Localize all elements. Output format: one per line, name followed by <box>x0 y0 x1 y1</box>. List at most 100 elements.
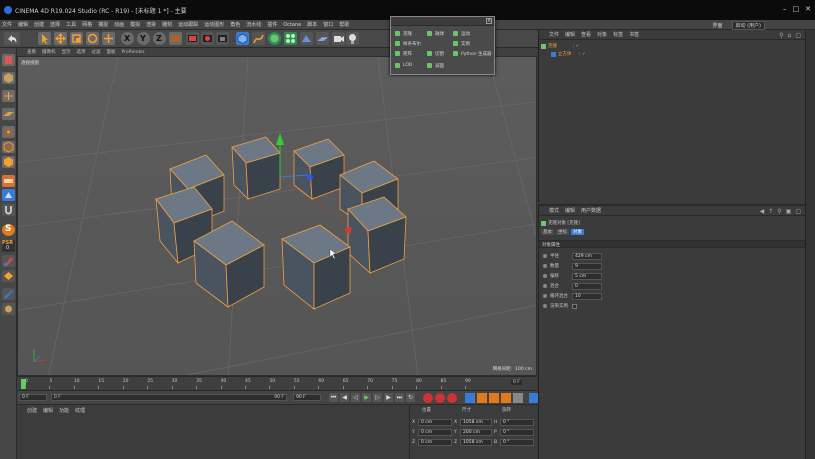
attr-menu-mode[interactable]: 模式 <box>549 207 559 214</box>
home-icon[interactable]: ⌂ <box>788 32 792 39</box>
menu-edit[interactable]: 编辑 <box>18 21 28 28</box>
vp-menu-prorender[interactable]: ProRender <box>122 50 145 55</box>
menu-help[interactable]: 帮助 <box>339 21 349 28</box>
live-select-icon[interactable] <box>102 32 115 45</box>
visibility-dots[interactable]: ⋮✓ <box>578 52 586 57</box>
search-icon[interactable]: ⚲ <box>779 32 783 39</box>
edges-mode-icon[interactable] <box>2 141 15 153</box>
mat-menu-edit[interactable]: 编辑 <box>43 407 53 414</box>
pos-z-field[interactable]: 0 cm <box>418 438 452 446</box>
play-icon[interactable]: ▶ <box>362 393 371 402</box>
popup-item-instance[interactable]: 实例 <box>453 39 470 48</box>
undo-button[interactable] <box>4 32 20 45</box>
render-picture-viewer-icon[interactable] <box>201 32 214 45</box>
x-axis-button[interactable]: X <box>121 32 134 45</box>
new-window-icon[interactable]: ▢ <box>795 32 801 39</box>
psr-icon[interactable]: PSR 0 <box>2 240 15 252</box>
menu-file[interactable]: 文件 <box>2 21 12 28</box>
key-pla-icon[interactable] <box>513 393 523 403</box>
menu-create[interactable]: 创建 <box>34 21 44 28</box>
new-window-icon[interactable]: ▢ <box>795 208 801 215</box>
popup-item-cut[interactable]: 切割 <box>427 49 444 58</box>
menu-tools[interactable]: 工具 <box>66 21 76 28</box>
blend-field[interactable]: 0 <box>572 282 602 290</box>
coordinate-system-icon[interactable] <box>169 32 182 45</box>
mat-menu-texture[interactable]: 纹理 <box>75 407 85 414</box>
popup-item-lod[interactable]: LOD <box>395 61 412 70</box>
perspective-viewport[interactable]: 透视视图 网格间距：100 cm <box>17 56 537 376</box>
animate-dot-icon[interactable] <box>543 264 547 268</box>
next-keyframe-icon[interactable]: ▶ <box>384 393 393 402</box>
popup-item-spline-bool[interactable]: 样条布尔 <box>395 39 421 48</box>
z-axis-button[interactable]: Z <box>153 32 166 45</box>
pen-spline-icon[interactable] <box>252 32 265 45</box>
prev-keyframe-icon[interactable]: ◀ <box>340 393 349 402</box>
obj-menu-edit[interactable]: 编辑 <box>565 31 575 38</box>
object-row-cloner[interactable]: 克隆 ⋮✓ <box>541 42 601 50</box>
offset-field[interactable]: 5 cm <box>572 272 602 280</box>
mat-menu-create[interactable]: 创建 <box>27 407 37 414</box>
polygons-mode-icon[interactable] <box>2 156 15 168</box>
auto-key-icon[interactable] <box>435 393 445 403</box>
obj-menu-bookmarks[interactable]: 书签 <box>629 31 639 38</box>
floor-icon[interactable] <box>316 32 329 45</box>
vp-menu-display[interactable]: 显示 <box>62 49 71 55</box>
object-row-cube[interactable]: 立方体 ⋮✓ <box>551 50 611 58</box>
menu-mograph[interactable]: 运动图形 <box>204 21 224 28</box>
close-icon[interactable]: ✕ <box>805 5 811 13</box>
popup-item-matrix[interactable]: 矩阵 <box>395 49 412 58</box>
popup-item-motion[interactable]: 运动 <box>453 29 470 38</box>
solo-mode-icon[interactable]: S <box>2 224 15 236</box>
paint-icon[interactable] <box>2 255 15 267</box>
menu-simulate[interactable]: 模拟 <box>130 21 140 28</box>
tab-coord[interactable]: 坐标 <box>556 229 569 235</box>
pos-y-field[interactable]: 0 cm <box>418 428 452 436</box>
end-frame-field[interactable]: 90 F <box>293 394 321 401</box>
rot-h-field[interactable]: 0 ° <box>500 418 534 426</box>
snap-icon[interactable] <box>2 204 15 216</box>
radius-field[interactable]: 429 cm <box>572 252 602 260</box>
frame-range-slider[interactable]: 0 F 90 F <box>51 394 287 401</box>
scale-tool-icon[interactable] <box>70 32 83 45</box>
key-scale-icon[interactable] <box>489 393 499 403</box>
key-position-icon[interactable] <box>465 393 475 403</box>
start-frame-field[interactable]: 0 F <box>19 394 47 401</box>
search-icon[interactable]: ⚲ <box>777 208 781 215</box>
size-x-field[interactable]: 1058 cm <box>460 418 492 426</box>
popup-item-python-generator[interactable]: Python 生成器 <box>453 49 492 58</box>
maximize-icon[interactable]: □ <box>793 5 800 13</box>
count-field[interactable]: 9 <box>572 262 602 270</box>
brush-icon[interactable] <box>2 303 15 315</box>
popup-item-cloner[interactable]: 克隆 <box>395 29 412 38</box>
magnet-icon[interactable] <box>2 270 15 282</box>
vp-menu-options[interactable]: 选项 <box>77 49 86 55</box>
timeline-ruler[interactable]: 0 5 10 15 20 25 30 35 40 45 50 55 60 65 70 75 80 85 90 0 F <box>17 376 537 390</box>
tab-object[interactable]: 对象 <box>571 229 584 235</box>
vp-menu-filter[interactable]: 过滤 <box>92 49 101 55</box>
menu-motion-tracking[interactable]: 运动跟踪 <box>178 21 198 28</box>
popup-header[interactable] <box>391 17 494 26</box>
deformer-icon[interactable] <box>300 32 313 45</box>
popup-close-icon[interactable]: × <box>486 18 492 24</box>
record-icon[interactable] <box>423 393 433 403</box>
enable-axis-icon[interactable] <box>2 175 15 187</box>
rot-p-field[interactable]: 0 ° <box>500 428 534 436</box>
make-editable-icon[interactable] <box>2 54 15 66</box>
popup-item-polygon-reduction[interactable]: 减面 <box>427 61 444 70</box>
keyframe-selection-icon[interactable] <box>447 393 457 403</box>
attr-menu-edit[interactable]: 编辑 <box>565 207 575 214</box>
prev-frame-icon[interactable]: ◁ <box>351 393 360 402</box>
menu-render[interactable]: 渲染 <box>146 21 156 28</box>
pos-x-field[interactable]: 0 cm <box>418 418 452 426</box>
model-mode-icon[interactable] <box>2 72 15 84</box>
animate-dot-icon[interactable] <box>543 304 547 308</box>
animate-dot-icon[interactable] <box>543 284 547 288</box>
loop-icon[interactable]: ↻ <box>406 393 415 402</box>
menu-select[interactable]: 选择 <box>50 21 60 28</box>
render-view-icon[interactable] <box>186 32 199 45</box>
visibility-dots[interactable]: ⋮✓ <box>571 44 579 49</box>
menu-script[interactable]: 脚本 <box>307 21 317 28</box>
minimize-icon[interactable]: – <box>783 5 787 13</box>
popup-item-metaball[interactable]: 融球 <box>427 29 444 38</box>
move-tool-icon[interactable] <box>54 32 67 45</box>
